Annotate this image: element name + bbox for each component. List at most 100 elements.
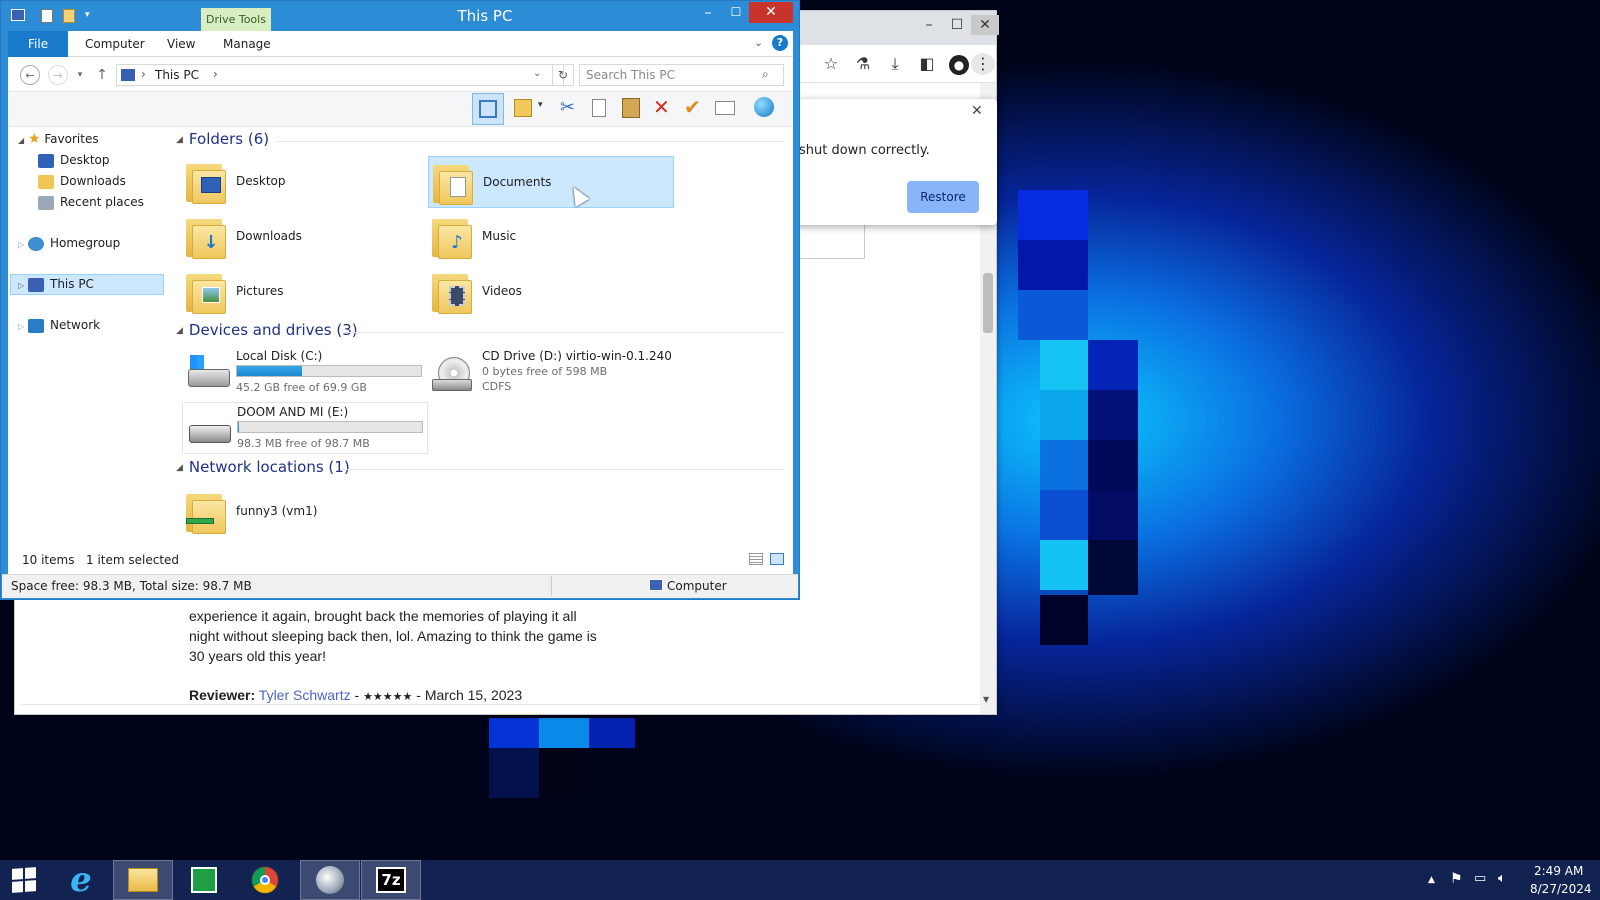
expand-arrow-icon[interactable]: ▷ [18, 322, 24, 331]
drive-name: CD Drive (D:) virtio-win-0.1.240 [482, 349, 672, 363]
star-icon[interactable]: ☆ [818, 53, 844, 75]
forward-button[interactable]: → [48, 65, 68, 85]
tab-file[interactable]: File [8, 31, 69, 57]
collapse-arrow-icon[interactable]: ◢ [176, 463, 183, 473]
breadcrumb-separator: › [213, 67, 218, 81]
bubble-close-icon[interactable]: ✕ [971, 103, 983, 119]
search-box[interactable]: Search This PC ⌕ [579, 64, 784, 86]
collapse-arrow-icon[interactable]: ◢ [176, 135, 183, 145]
folder-icon: ♪ [432, 215, 472, 259]
clock-date[interactable]: 8/27/2024 [1530, 882, 1592, 896]
breadcrumb-this-pc[interactable]: This PC [155, 68, 199, 82]
recent-places-icon [38, 195, 54, 210]
desktop-icon [38, 153, 54, 168]
drive-name: DOOM AND MI (E:) [237, 405, 349, 419]
cut-icon[interactable]: ✂ [560, 97, 575, 118]
large-icons-view-icon[interactable] [770, 553, 784, 565]
vm-viewer-button[interactable] [300, 860, 360, 900]
sidebar-icon[interactable]: ◧ [914, 53, 940, 75]
file-explorer-button[interactable] [113, 860, 173, 900]
back-button[interactable]: ← [20, 65, 40, 85]
section-header-devices[interactable]: ◢ Devices and drives (3) [176, 321, 358, 339]
sevenzip-button[interactable]: 7z [361, 860, 421, 900]
expand-arrow-icon[interactable]: ◢ [18, 136, 24, 145]
folder-documents[interactable]: Documents [428, 156, 674, 208]
refresh-button[interactable]: ↻ [552, 64, 574, 86]
start-button[interactable] [0, 860, 48, 900]
folder-options-icon[interactable] [514, 99, 532, 117]
tab-computer[interactable]: Computer [75, 34, 155, 54]
drive-local-disk-c[interactable]: Local Disk (C:) 45.2 GB free of 69.9 GB [182, 347, 428, 399]
folder-videos[interactable]: Videos [428, 266, 674, 318]
internet-explorer-button[interactable]: e [51, 860, 111, 900]
tree-item-network[interactable]: ▷ Network [18, 315, 100, 335]
folder-pictures[interactable]: Pictures [182, 266, 428, 318]
download-icon[interactable]: ⤓ [882, 53, 908, 75]
ribbon-expand-icon[interactable]: ⌄ [754, 36, 763, 49]
tree-item-homegroup[interactable]: ▷ Homegroup [18, 233, 120, 253]
paste-icon[interactable] [622, 98, 640, 118]
copy-icon[interactable] [592, 99, 606, 117]
volume-muted-icon[interactable]: 🔈︎ [1498, 871, 1506, 886]
profile-icon[interactable]: ● [946, 53, 972, 75]
folder-desktop[interactable]: Desktop [182, 156, 428, 208]
store-button[interactable] [174, 860, 234, 900]
tree-item-this-pc[interactable]: ▷ This PC [18, 274, 94, 294]
recent-dropdown-icon[interactable]: ▾ [70, 65, 90, 85]
expand-arrow-icon[interactable]: ▷ [18, 240, 24, 249]
search-input[interactable]: Search This PC [586, 68, 675, 82]
tree-item-favorites[interactable]: ◢ ★ Favorites [18, 129, 99, 149]
maximize-button[interactable]: ☐ [943, 15, 971, 35]
close-button[interactable]: ✕ [749, 2, 793, 23]
taskbar: e 7z ▲ ⚑ ▭ 🔈︎ 2:49 AM 8/27/2024 [0, 860, 1600, 900]
tree-label: Network [49, 318, 101, 332]
qat-properties-icon[interactable] [41, 9, 53, 23]
tree-label: This PC [49, 277, 94, 291]
section-header-folders[interactable]: ◢ Folders (6) [176, 130, 269, 148]
drive-doom-and-mi-e[interactable]: DOOM AND MI (E:) 98.3 MB free of 98.7 MB [182, 402, 428, 454]
tab-manage[interactable]: Manage [213, 34, 281, 54]
preview-pane-icon[interactable] [472, 93, 504, 125]
qat-computer-icon [11, 9, 25, 21]
delete-icon[interactable]: ✕ [653, 95, 670, 119]
section-title: Devices and drives (3) [188, 321, 358, 339]
desktop-block [539, 748, 589, 798]
dropdown-icon[interactable]: ▾ [538, 100, 543, 110]
up-button[interactable]: ↑ [92, 65, 112, 85]
tab-view[interactable]: View [157, 34, 205, 54]
qat-newfolder-icon[interactable] [63, 9, 75, 23]
chrome-button[interactable] [235, 860, 295, 900]
clock-time[interactable]: 2:49 AM [1534, 864, 1583, 878]
expand-arrow-icon[interactable]: ▷ [18, 281, 24, 290]
collapse-arrow-icon[interactable]: ◢ [176, 326, 183, 336]
checkmark-icon[interactable]: ✔ [684, 95, 701, 119]
network-status-icon[interactable]: ▭ [1474, 871, 1486, 886]
qat-dropdown-icon[interactable]: ▾ [85, 10, 90, 20]
tree-item-recent-places[interactable]: Recent places [38, 192, 144, 212]
folder-downloads[interactable]: ↓ Downloads [182, 211, 428, 263]
details-view-icon[interactable] [749, 553, 763, 565]
rename-icon[interactable] [715, 101, 735, 115]
computer-icon [649, 579, 663, 591]
minimize-button[interactable]: – [915, 15, 943, 35]
help-icon[interactable]: ? [772, 35, 788, 51]
section-header-network[interactable]: ◢ Network locations (1) [176, 458, 350, 476]
hard-drive-icon [186, 355, 230, 391]
action-center-flag-icon[interactable]: ⚑ [1450, 871, 1463, 887]
minimize-button[interactable]: – [695, 5, 721, 25]
reviewer-name-link[interactable]: Tyler Schwartz [259, 687, 351, 703]
folder-music[interactable]: ♪ Music [428, 211, 674, 263]
restore-button[interactable]: Restore [907, 181, 979, 213]
network-location-funny3[interactable]: funny3 (vm1) [182, 486, 428, 538]
maximize-button[interactable]: ☐ [723, 5, 749, 25]
close-button[interactable]: ✕ [971, 15, 999, 35]
flask-icon[interactable]: ⚗ [850, 53, 876, 75]
address-bar[interactable]: › This PC › ⌄ [116, 64, 564, 86]
show-hidden-icons[interactable]: ▲ [1428, 875, 1435, 885]
tree-item-downloads[interactable]: Downloads [38, 171, 126, 191]
globe-icon[interactable] [754, 97, 774, 117]
tree-item-desktop[interactable]: Desktop [38, 150, 110, 170]
menu-dots-icon[interactable]: ⋮ [971, 53, 995, 75]
drive-cd-d[interactable]: CD Drive (D:) virtio-win-0.1.240 0 bytes… [428, 347, 718, 399]
address-dropdown-icon[interactable]: ⌄ [533, 68, 541, 79]
